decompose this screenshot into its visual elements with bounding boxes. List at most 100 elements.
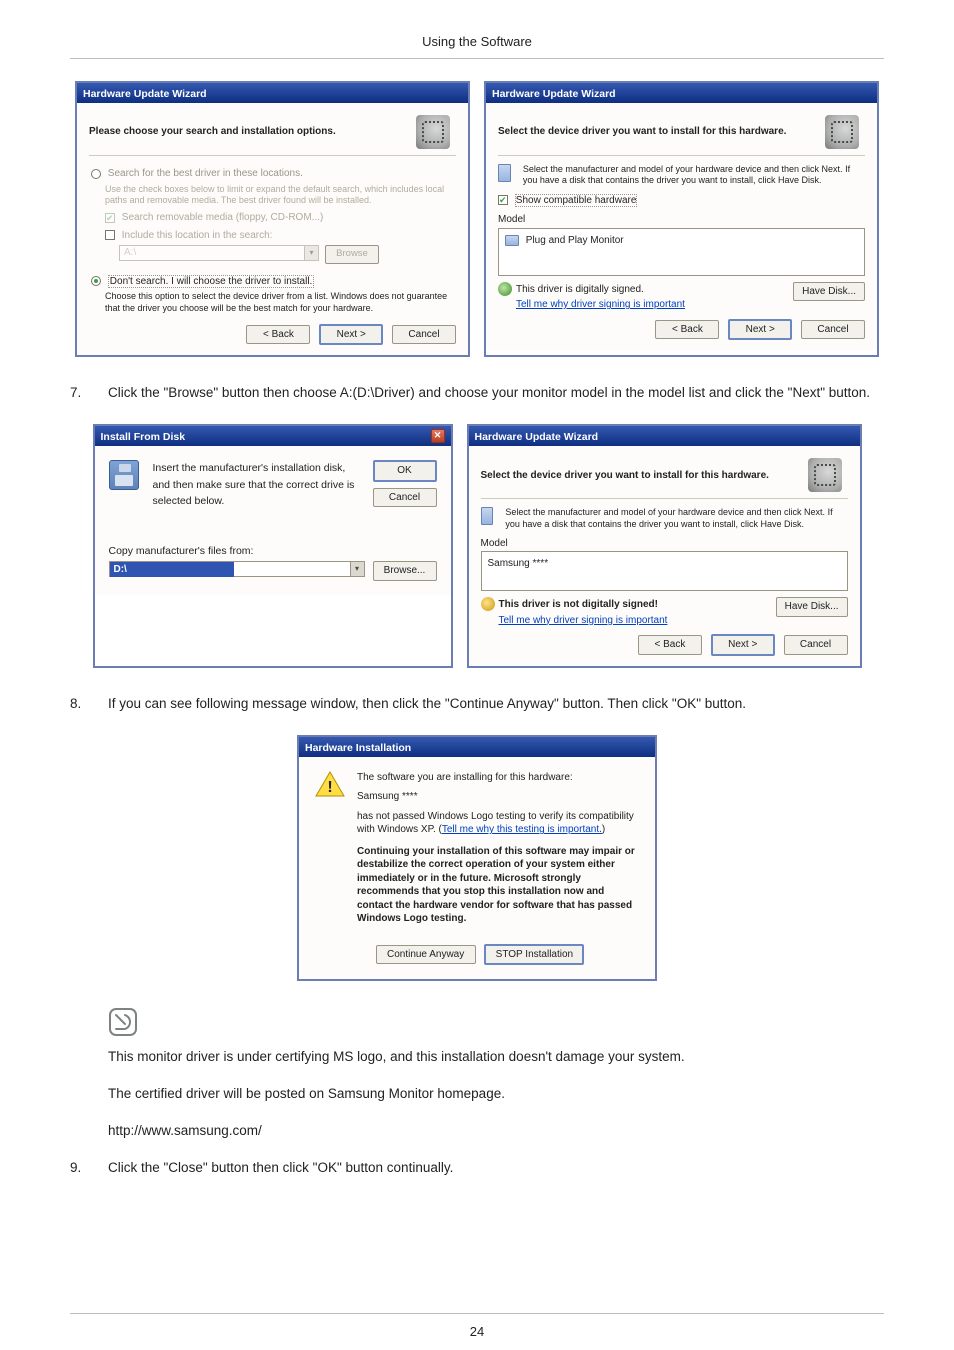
dlg-search-options: Hardware Update Wizard Please choose you… <box>75 81 470 357</box>
select-instruction: Select the manufacturer and model of you… <box>505 507 847 530</box>
have-disk-button[interactable]: Have Disk... <box>776 597 848 617</box>
ok-button[interactable]: OK <box>373 460 437 482</box>
dlg-title: Hardware Installation <box>305 740 411 756</box>
dlg-title: Hardware Update Wizard <box>475 429 599 445</box>
note-icon <box>108 1007 138 1037</box>
step-text: If you can see following message window,… <box>108 694 884 715</box>
cancel-button[interactable]: Cancel <box>801 320 865 340</box>
wizard-icon <box>416 115 450 149</box>
logo-test-link[interactable]: Tell me why this testing is important. <box>442 824 602 835</box>
monitor-icon <box>505 235 519 246</box>
banner-text: Please choose your search and installati… <box>89 124 416 140</box>
stop-installation-button[interactable]: STOP Installation <box>484 944 584 966</box>
browse-button: Browse <box>325 245 379 264</box>
location-combo: A:\ ▾ <box>119 245 319 261</box>
back-button[interactable]: < Back <box>246 325 310 345</box>
hw-intro: The software you are installing for this… <box>357 771 639 785</box>
back-button[interactable]: < Back <box>655 320 719 340</box>
cancel-button[interactable]: Cancel <box>392 325 456 345</box>
monitor-icon <box>498 164 511 182</box>
hw-warning: Continuing your installation of this sof… <box>357 845 639 926</box>
titlebar: Hardware Installation <box>299 737 655 757</box>
footer-rule <box>70 1313 884 1314</box>
cert-status: This driver is not digitally signed! <box>499 597 776 613</box>
dlg-install-from-disk: Install From Disk ✕ Insert the manufactu… <box>93 424 453 668</box>
dlg-title: Hardware Update Wizard <box>83 86 207 102</box>
note-block: This monitor driver is under certifying … <box>70 1047 884 1142</box>
browse-button[interactable]: Browse... <box>373 561 437 581</box>
dlg-title: Hardware Update Wizard <box>492 86 616 102</box>
cancel-button[interactable]: Cancel <box>784 635 848 655</box>
continue-anyway-button[interactable]: Continue Anyway <box>376 945 476 965</box>
model-item[interactable]: Samsung **** <box>488 558 549 569</box>
header-rule <box>70 58 884 59</box>
back-button[interactable]: < Back <box>638 635 702 655</box>
cert-link[interactable]: Tell me why driver signing is important <box>516 299 685 310</box>
titlebar: Hardware Update Wizard <box>77 83 468 103</box>
cert-link[interactable]: Tell me why driver signing is important <box>499 615 668 626</box>
svg-text:!: ! <box>327 779 332 796</box>
wizard-icon <box>825 115 859 149</box>
radio-search-label: Search for the best driver in these loca… <box>108 168 303 179</box>
floppy-icon <box>109 460 139 490</box>
chk-removable <box>105 213 115 223</box>
warn-icon <box>481 597 495 611</box>
hw-logo-text: has not passed Windows Logo testing to v… <box>357 810 639 837</box>
have-disk-button[interactable]: Have Disk... <box>793 282 865 302</box>
dlg-hardware-installation: Hardware Installation ! The software you… <box>297 735 657 982</box>
model-item[interactable]: Plug and Play Monitor <box>526 235 624 246</box>
chk-compat-label: Show compatible hardware <box>515 194 638 207</box>
path-combo[interactable]: D:\ ▾ <box>109 561 365 577</box>
screenshot-row-2: Install From Disk ✕ Insert the manufactu… <box>70 424 884 668</box>
radio-dont-search[interactable] <box>91 276 101 286</box>
note-line-2: The certified driver will be posted on S… <box>108 1084 884 1105</box>
next-button[interactable]: Next > <box>711 634 775 656</box>
step-7: 7. Click the "Browse" button then choose… <box>70 383 884 404</box>
dlg-title: Install From Disk <box>101 429 186 445</box>
warning-icon: ! <box>315 771 345 797</box>
copy-label: Copy manufacturer's files from: <box>109 543 437 559</box>
step-number: 8. <box>70 694 90 715</box>
dlg-select-driver-signed: Hardware Update Wizard Select the device… <box>484 81 879 357</box>
page-header: Using the Software <box>0 0 954 58</box>
close-icon[interactable]: ✕ <box>431 429 445 443</box>
screenshot-row-3: Hardware Installation ! The software you… <box>70 735 884 982</box>
chk-removable-label: Search removable media (floppy, CD-ROM..… <box>122 212 324 223</box>
model-header: Model <box>498 212 865 228</box>
chk-compat[interactable] <box>498 195 508 205</box>
step-number: 9. <box>70 1158 90 1179</box>
wizard-icon <box>808 458 842 492</box>
location-value: A:\ <box>120 245 304 261</box>
next-button[interactable]: Next > <box>728 319 792 341</box>
path-value: D:\ <box>110 562 234 578</box>
step-text: Click the "Close" button then click "OK"… <box>108 1158 884 1179</box>
model-header: Model <box>481 536 848 552</box>
cert-status: This driver is digitally signed. <box>516 282 793 298</box>
titlebar: Install From Disk ✕ <box>95 426 451 446</box>
cancel-button[interactable]: Cancel <box>373 488 437 508</box>
chk-include-loc-label: Include this location in the search: <box>122 230 273 241</box>
titlebar: Hardware Update Wizard <box>469 426 860 446</box>
note-line-3: http://www.samsung.com/ <box>108 1121 884 1142</box>
step-number: 7. <box>70 383 90 404</box>
radio-search-desc: Use the check boxes below to limit or ex… <box>91 184 454 211</box>
step-text: Click the "Browse" button then choose A:… <box>108 383 884 404</box>
radio-search[interactable] <box>91 169 101 179</box>
chevron-down-icon[interactable]: ▾ <box>350 562 364 576</box>
page-number: 24 <box>0 1322 954 1342</box>
note-line-1: This monitor driver is under certifying … <box>108 1047 884 1068</box>
titlebar: Hardware Update Wizard <box>486 83 877 103</box>
chevron-down-icon: ▾ <box>304 246 318 260</box>
radio-dont-search-desc: Choose this option to select the device … <box>91 289 454 314</box>
select-instruction: Select the manufacturer and model of you… <box>523 164 865 187</box>
next-button[interactable]: Next > <box>319 324 383 346</box>
radio-dont-search-label: Don't search. I will choose the driver t… <box>108 275 315 288</box>
step-8: 8. If you can see following message wind… <box>70 694 884 715</box>
step-9: 9. Click the "Close" button then click "… <box>70 1158 884 1179</box>
chk-include-loc <box>105 230 115 240</box>
banner-text: Select the device driver you want to ins… <box>498 124 825 140</box>
cert-icon <box>498 282 512 296</box>
ifd-instruction: Insert the manufacturer's installation d… <box>153 460 359 509</box>
dlg-select-driver-unsigned: Hardware Update Wizard Select the device… <box>467 424 862 668</box>
hw-device: Samsung **** <box>357 790 639 804</box>
